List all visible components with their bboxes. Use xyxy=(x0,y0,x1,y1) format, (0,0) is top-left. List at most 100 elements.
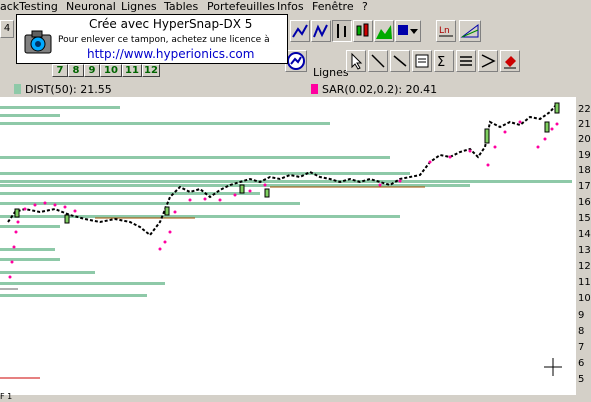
sar-dot xyxy=(33,203,37,207)
sar-dot xyxy=(550,127,554,131)
candlestick-button[interactable] xyxy=(353,20,373,42)
y-tick: 13 xyxy=(578,245,591,256)
ray-tool-button[interactable] xyxy=(390,50,410,72)
mountain-icon xyxy=(376,25,392,39)
pitchfork-icon xyxy=(460,24,479,38)
dist-bar xyxy=(0,172,410,175)
status-strip: F 1 xyxy=(0,392,591,402)
sar-dot xyxy=(23,207,27,211)
candle xyxy=(544,121,550,133)
menu-fenetre[interactable]: Fenêtre xyxy=(312,0,354,14)
sar-dot xyxy=(8,275,12,279)
log-scale-icon: Ln xyxy=(439,26,453,37)
sar-dot xyxy=(428,160,432,164)
y-tick: 15 xyxy=(578,213,591,224)
pointer-tool-button[interactable] xyxy=(346,50,366,72)
line-chart-button[interactable] xyxy=(290,20,310,42)
zigzag-chart-button[interactable] xyxy=(311,20,331,42)
sar-dot xyxy=(218,198,222,202)
sar-dot xyxy=(398,179,402,183)
sigma-icon: Σ xyxy=(437,55,445,70)
period-button-12[interactable]: 12 xyxy=(142,64,160,77)
sar-dot xyxy=(43,201,47,205)
eraser-icon xyxy=(504,56,516,69)
candle xyxy=(64,214,70,224)
sar-dot xyxy=(263,183,267,187)
sar-dot xyxy=(188,198,192,202)
y-tick: 5 xyxy=(578,374,585,385)
candle xyxy=(264,188,270,198)
hypersnap-watermark: Crée avec HyperSnap-DX 5 Pour enlever ce… xyxy=(16,14,288,64)
period-button-9[interactable]: 9 xyxy=(84,64,100,77)
eraser-tool-button[interactable] xyxy=(500,50,520,72)
sigma-button[interactable]: Σ xyxy=(434,50,454,72)
sar-dot xyxy=(53,203,57,207)
menu-portefeuilles[interactable]: Portefeuilles xyxy=(207,0,275,14)
stamp-title: Crée avec HyperSnap-DX 5 xyxy=(89,17,253,31)
diagonal-line-icon xyxy=(371,54,385,68)
lignes-label: Lignes xyxy=(313,66,349,79)
stamp-subtitle: Pour enlever ce tampon, achetez une lice… xyxy=(58,35,270,45)
stamp-url: http://www.hyperionics.com xyxy=(87,47,255,61)
sar-legend: SAR(0.02,0.2): 20.41 xyxy=(311,83,437,97)
trend-button[interactable] xyxy=(285,50,307,72)
text-box-icon xyxy=(415,54,429,68)
y-tick: 19 xyxy=(578,150,591,161)
menu-neuronal[interactable]: Neuronal xyxy=(66,0,116,14)
dist-bar xyxy=(0,294,147,297)
crosshair-icon xyxy=(544,358,562,376)
period-button-10[interactable]: 10 xyxy=(100,64,122,77)
y-tick: 6 xyxy=(578,358,585,369)
menu-lignes[interactable]: Lignes xyxy=(121,0,157,14)
y-tick: 16 xyxy=(578,197,591,208)
sar-dot xyxy=(12,245,16,249)
sar-dot xyxy=(518,120,522,124)
sar-value: SAR(0.02,0.2): 20.41 xyxy=(322,83,438,96)
price-chart[interactable] xyxy=(0,97,576,395)
dist-bar xyxy=(0,106,120,109)
sar-dot xyxy=(503,130,507,134)
sar-dot xyxy=(203,197,207,201)
svg-text:Σ: Σ xyxy=(437,55,445,70)
menu-help[interactable]: ? xyxy=(362,0,368,14)
menu-tables[interactable]: Tables xyxy=(164,0,198,14)
mountain-chart-button[interactable] xyxy=(374,20,394,42)
y-tick: 22 xyxy=(578,104,591,115)
parallel-lines-icon xyxy=(460,56,472,66)
bar-chart-button[interactable] xyxy=(332,20,352,42)
y-tick: 12 xyxy=(578,261,591,272)
zigzag-icon xyxy=(313,24,328,38)
svg-text:Ln: Ln xyxy=(439,26,450,36)
ohlc-bars-icon xyxy=(337,24,346,38)
dist-legend: DIST(50): 21.55 xyxy=(14,83,112,97)
sar-dot xyxy=(468,149,472,153)
sar-dot xyxy=(163,240,167,244)
camera-icon xyxy=(24,30,52,54)
zoom-field[interactable]: 4 xyxy=(0,20,14,38)
sar-series xyxy=(8,120,559,279)
andrews-pitchfork-button[interactable] xyxy=(459,20,481,42)
chart-dropdown-button[interactable] xyxy=(395,20,421,42)
sar-swatch xyxy=(311,84,318,94)
sar-dot xyxy=(536,145,540,149)
period-button-11[interactable]: 11 xyxy=(122,64,142,77)
fan-tool-button[interactable] xyxy=(478,50,498,72)
y-tick: 14 xyxy=(578,229,591,240)
candle xyxy=(239,184,245,194)
sar-dot xyxy=(10,260,14,264)
line-tool-button[interactable] xyxy=(368,50,388,72)
dist-bar xyxy=(0,258,60,261)
y-tick: 21 xyxy=(578,119,591,130)
text-tool-button[interactable] xyxy=(412,50,432,72)
chart-canvas[interactable] xyxy=(0,97,576,395)
period-button-8[interactable]: 8 xyxy=(68,64,84,77)
ray-icon xyxy=(393,55,407,67)
log-scale-button[interactable]: Ln xyxy=(436,20,456,42)
period-button-7[interactable]: 7 xyxy=(52,64,68,77)
menu-backtesting[interactable]: ackTesting xyxy=(0,0,58,14)
dist-bar xyxy=(0,271,95,274)
parallel-lines-button[interactable] xyxy=(456,50,476,72)
menu-infos[interactable]: Infos xyxy=(277,0,304,14)
sar-dot xyxy=(14,230,18,234)
sar-dot xyxy=(73,209,77,213)
